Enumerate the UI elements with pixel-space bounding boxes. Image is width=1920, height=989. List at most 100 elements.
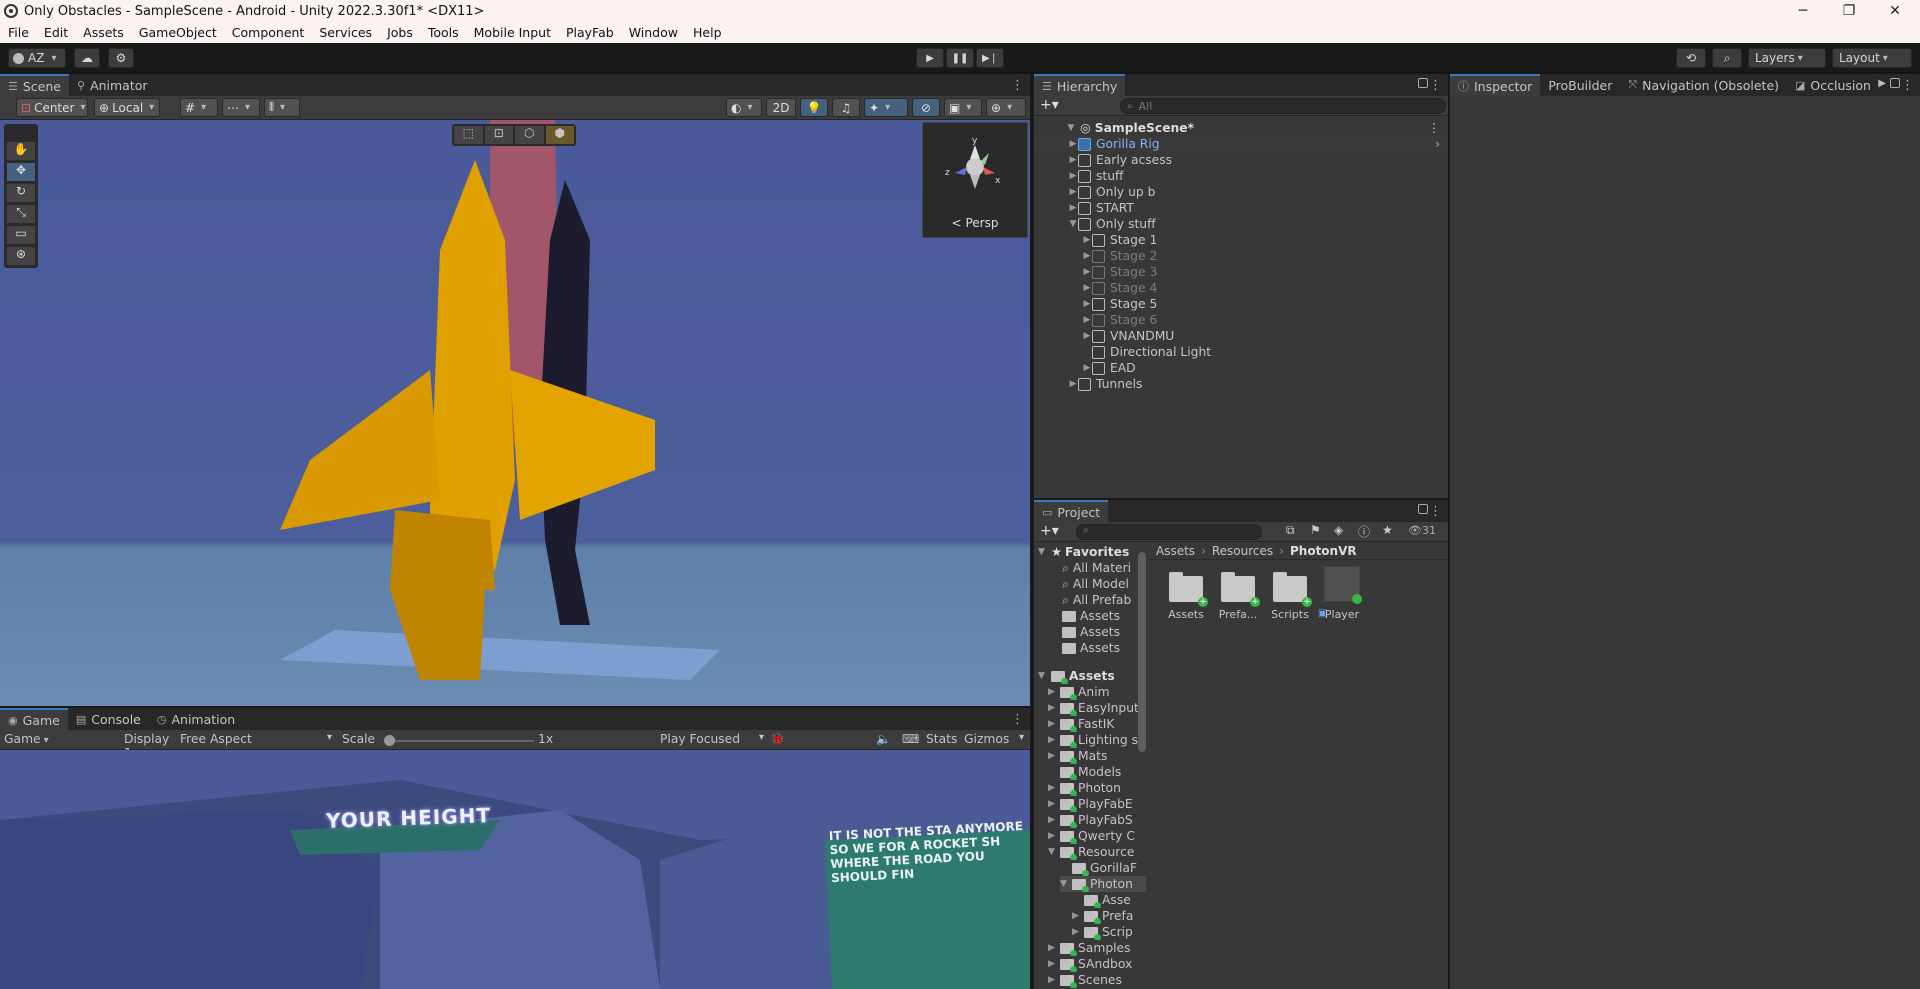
hand-tool-icon[interactable]: ✋ [7, 142, 35, 160]
folder-tree-item[interactable]: ▼ Resource [1048, 844, 1138, 860]
hierarchy-item[interactable]: ▶ stuff [1034, 168, 1448, 184]
hierarchy-item[interactable]: ▶ Stage 3 [1034, 264, 1448, 280]
step-button[interactable]: ▶❘ [976, 48, 1004, 68]
folder-tree-item[interactable]: ▼ Photon [1060, 876, 1146, 892]
expand-arrow-icon[interactable]: ▶ [1048, 751, 1058, 761]
bug-icon[interactable]: 🐞 [770, 731, 785, 745]
expand-arrow-icon[interactable]: ▶ [1068, 155, 1078, 165]
label-icon[interactable]: ◈ [1334, 523, 1343, 537]
aspect-dropdown[interactable]: Free Aspect ▾ [180, 732, 332, 746]
expand-arrow-icon[interactable]: ▼ [1048, 847, 1058, 857]
tab-hierarchy[interactable]: ☰ Hierarchy [1034, 74, 1126, 96]
menu-mobile-input[interactable]: Mobile Input [466, 25, 558, 40]
menu-component[interactable]: Component [224, 25, 312, 40]
scene-menu-icon[interactable]: ⋮ [1011, 78, 1024, 93]
hierarchy-item[interactable]: ▶ Stage 2 [1034, 248, 1448, 264]
hierarchy-item[interactable]: ▶ Early acsess [1034, 152, 1448, 168]
expand-arrow-icon[interactable]: ▶ [1048, 719, 1058, 729]
align-button[interactable]: ⫴ [264, 98, 300, 117]
expand-arrow-icon[interactable]: ▼ [1066, 123, 1076, 133]
gizmos-toggle[interactable]: ⊕ [986, 98, 1026, 117]
tab-animation[interactable]: ◷ Animation [149, 708, 243, 730]
menu-jobs[interactable]: Jobs [379, 25, 420, 40]
expand-arrow-icon[interactable]: ▶ [1048, 687, 1058, 697]
scale-slider[interactable] [384, 735, 534, 746]
hierarchy-item[interactable]: ▶ Stage 1 [1034, 232, 1448, 248]
tab-overflow-icon[interactable]: ▶ [1878, 78, 1886, 89]
scale-tool-icon[interactable]: ⤡ [7, 205, 35, 223]
cube-view-icon[interactable]: ⬡ [515, 126, 544, 144]
expand-arrow-icon[interactable]: ▶ [1082, 331, 1092, 341]
tab-console[interactable]: ▤ Console [68, 708, 149, 730]
search-icon[interactable]: ⌕ [1712, 48, 1742, 68]
expand-arrow-icon[interactable]: ▶ [1072, 927, 1082, 937]
expand-arrow-icon[interactable]: ▶ [1082, 251, 1092, 261]
space-dropdown[interactable]: ⊕ Local [94, 98, 160, 117]
hierarchy-item[interactable]: ▶ Gorilla Rig › [1034, 136, 1448, 152]
menu-window[interactable]: Window [621, 25, 685, 40]
visibility-count[interactable]: 👁31 [1408, 524, 1436, 537]
expand-arrow-icon[interactable]: ▶ [1048, 975, 1058, 985]
layers-dropdown[interactable]: Layers [1748, 48, 1826, 68]
folder-tree-item[interactable]: ▶ Lighting s [1048, 732, 1138, 748]
expand-arrow-icon[interactable]: ▶ [1048, 831, 1058, 841]
play-mode-dropdown[interactable]: Play Focused ▾ [660, 732, 764, 746]
scene-root[interactable]: ▼ ◎ SampleScene* ⋮ [1034, 120, 1448, 136]
display-mode-dropdown[interactable]: Game [4, 732, 88, 746]
hierarchy-item[interactable]: ▶ Stage 4 [1034, 280, 1448, 296]
create-plus-icon[interactable]: +▾ [1040, 523, 1059, 539]
folder-tree-item[interactable]: ▶ PlayFabS [1048, 812, 1138, 828]
expand-arrow-icon[interactable]: ▼ [1038, 547, 1048, 557]
folder-tree-item[interactable]: ▶ Photon [1048, 780, 1138, 796]
favorites-header[interactable]: ▼ ★ Favorites [1038, 544, 1129, 560]
expand-arrow-icon[interactable]: ▶ [1072, 911, 1082, 921]
expand-arrow-icon[interactable]: ▶ [1048, 959, 1058, 969]
hierarchy-item[interactable]: ▶ Tunnels [1034, 376, 1448, 392]
lock-icon[interactable] [1418, 78, 1428, 88]
inspector-menu-icon[interactable]: ⋮ [1901, 78, 1914, 93]
lighting-toggle[interactable]: 💡 [800, 98, 828, 117]
menu-gameobject[interactable]: GameObject [131, 25, 224, 40]
folder-tree-item[interactable]: ▶ Samples [1048, 940, 1138, 956]
info-icon[interactable]: ⓘ [1358, 523, 1370, 540]
effects-toggle[interactable]: ✦ [864, 98, 908, 117]
menu-tools[interactable]: Tools [420, 25, 466, 40]
orientation-view-icon[interactable]: ⬢ [545, 126, 574, 144]
keyboard-icon[interactable]: ⌨ [902, 732, 919, 746]
favorite-item[interactable]: ⌕ All Model [1062, 576, 1129, 592]
folder-tree-item[interactable]: ▶ Qwerty C [1048, 828, 1138, 844]
hierarchy-item[interactable]: Directional Light [1034, 344, 1448, 360]
pause-button[interactable]: ❚❚ [946, 48, 974, 68]
search-by-type-icon[interactable]: ⧉ [1286, 523, 1295, 538]
expand-arrow-icon[interactable]: ▶ [1068, 187, 1078, 197]
tab-scene[interactable]: ☰ Scene [0, 74, 69, 96]
breadcrumb-resources[interactable]: Resources [1212, 544, 1273, 558]
favorite-item[interactable]: ⌕ All Materi [1062, 560, 1131, 576]
close-button[interactable]: ✕ [1872, 0, 1918, 22]
lock-icon[interactable] [1890, 78, 1900, 88]
expand-arrow-icon[interactable]: ▶ [1082, 235, 1092, 245]
rect-view-icon[interactable]: ⊡ [484, 126, 513, 144]
tab-probuilder[interactable]: ProBuilder [1540, 74, 1620, 96]
breadcrumb-assets[interactable]: Assets [1156, 544, 1195, 558]
favorite-item[interactable]: Assets [1062, 608, 1120, 624]
project-menu-icon[interactable]: ⋮ [1429, 504, 1442, 519]
tab-project[interactable]: ▭ Project [1034, 500, 1109, 522]
tab-animator[interactable]: ⚲ Animator [69, 74, 156, 96]
tab-navigation[interactable]: ⤧ Navigation (Obsolete) [1620, 74, 1787, 96]
folder-tree-item[interactable]: ▶ Prefa [1072, 908, 1138, 924]
stats-button[interactable]: Stats [926, 732, 957, 746]
hierarchy-item[interactable]: ▼ Only stuff [1034, 216, 1448, 232]
menu-assets[interactable]: Assets [75, 25, 131, 40]
expand-arrow-icon[interactable]: ▶ [1048, 815, 1058, 825]
menu-file[interactable]: File [0, 25, 36, 40]
favorite-item[interactable]: Assets [1062, 640, 1120, 656]
layout-dropdown[interactable]: Layout [1832, 48, 1912, 68]
hierarchy-item[interactable]: ▶ Stage 6 [1034, 312, 1448, 328]
gizmos-dropdown[interactable]: Gizmos ▾ [964, 732, 1024, 746]
expand-arrow-icon[interactable]: ▼ [1068, 219, 1078, 229]
draw-mode-button[interactable]: ◐ [726, 98, 762, 117]
menu-edit[interactable]: Edit [36, 25, 75, 40]
cloud-icon[interactable]: ☁ [74, 48, 100, 68]
game-menu-icon[interactable]: ⋮ [1011, 712, 1024, 727]
